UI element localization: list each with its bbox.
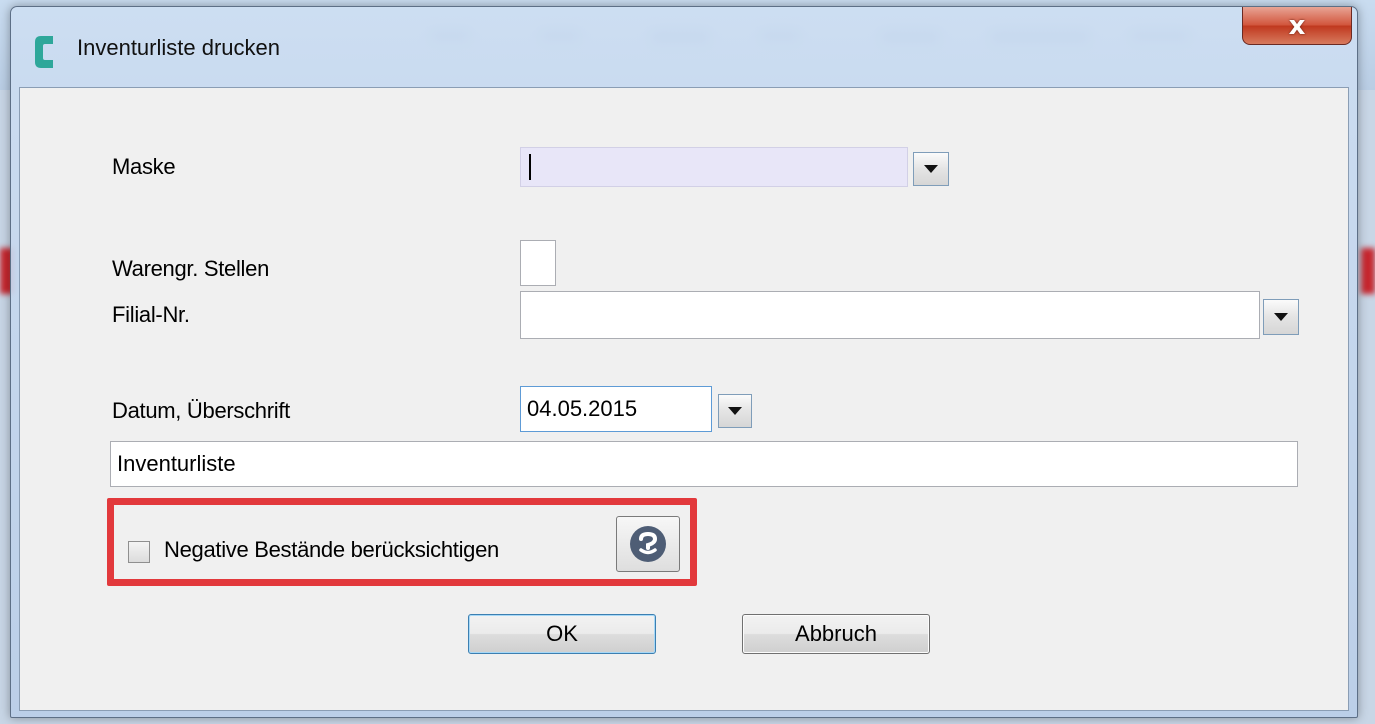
negative-bestaende-label[interactable]: Negative Bestände berücksichtigen xyxy=(164,537,499,563)
maske-label: Maske xyxy=(112,154,176,179)
maske-combobox[interactable] xyxy=(520,147,908,187)
close-icon: x xyxy=(1288,10,1306,41)
filial-nr-dropdown-button[interactable] xyxy=(1263,299,1299,335)
filial-nr-combobox[interactable] xyxy=(520,291,1260,339)
dropdown-arrow-icon xyxy=(728,407,742,415)
c-logo-icon xyxy=(35,36,53,68)
dialog-content: Maske Warengr. Stellen Filial-Nr. Datum,… xyxy=(19,87,1349,711)
ueberschrift-value: Inventurliste xyxy=(117,451,236,476)
datum-value: 04.05.2015 xyxy=(527,396,638,421)
datum-dropdown-button[interactable] xyxy=(718,394,752,428)
dropdown-arrow-icon xyxy=(1274,313,1288,321)
title-bar[interactable]: Inventurliste drucken x xyxy=(11,7,1357,87)
datum-label: Datum, Überschrift xyxy=(112,398,290,423)
abbruch-button[interactable]: Abbruch xyxy=(742,614,930,654)
close-button[interactable]: x xyxy=(1242,7,1352,45)
background-blur xyxy=(1361,248,1375,294)
warengr-stellen-label: Warengr. Stellen xyxy=(112,256,270,281)
text-cursor xyxy=(529,154,531,180)
warengr-stellen-input[interactable] xyxy=(520,240,556,286)
negative-bestaende-checkbox[interactable] xyxy=(128,541,150,563)
window-title: Inventurliste drucken xyxy=(77,35,280,60)
datum-picker[interactable]: 04.05.2015 xyxy=(520,386,712,432)
help-button[interactable] xyxy=(616,516,680,572)
maske-dropdown-button[interactable] xyxy=(913,152,949,186)
dialog-window: Inventurliste drucken x Maske Warengr. S… xyxy=(10,6,1358,718)
filial-nr-label: Filial-Nr. xyxy=(112,302,190,327)
ueberschrift-input[interactable]: Inventurliste xyxy=(110,441,1298,487)
dropdown-arrow-icon xyxy=(924,165,938,173)
question-icon xyxy=(630,526,666,562)
ok-button[interactable]: OK xyxy=(468,614,656,654)
